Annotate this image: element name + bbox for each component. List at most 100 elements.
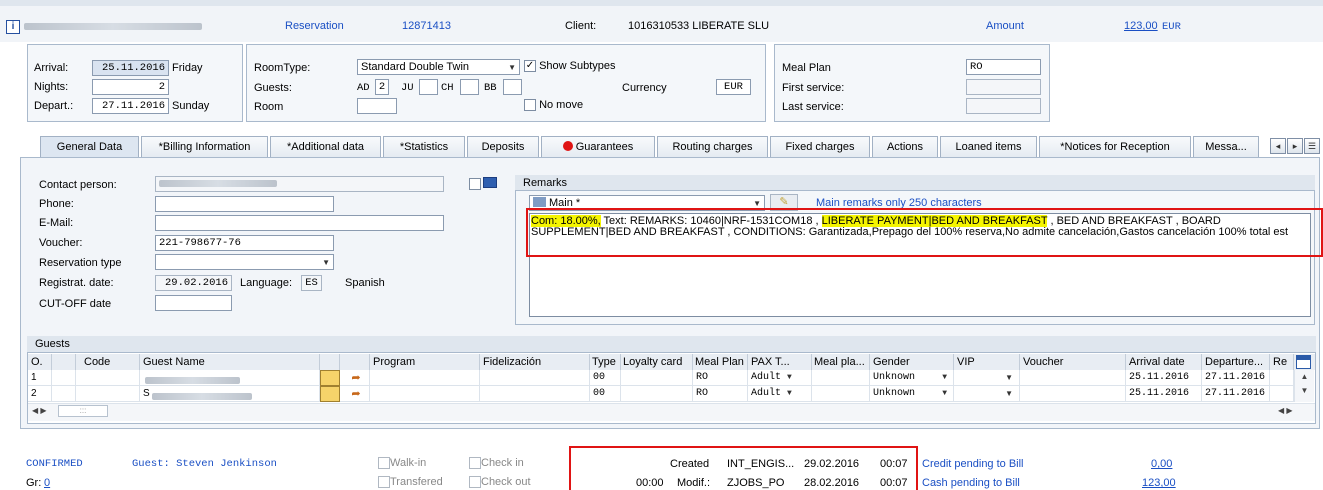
edit-guest-icon[interactable]: ➦ [340,370,370,386]
cell-meal-plan2 [812,386,870,402]
gender-value: Unknown [873,372,916,383]
tab-routing-charges[interactable]: Routing charges [657,136,768,158]
no-move-checkbox[interactable]: No move [524,99,583,112]
col-gender[interactable]: Gender [870,354,954,370]
mealplan-field[interactable]: RO [966,59,1041,75]
cell-fidelizacion [480,370,590,386]
tab-notices-reception[interactable]: *Notices for Reception [1039,136,1191,158]
checkin-checkbox[interactable]: Check in [469,457,524,470]
col-program[interactable]: Program [370,354,480,370]
phone-field[interactable] [155,196,334,212]
col-guest-name[interactable]: Guest Name [140,354,320,370]
tab-general-data[interactable]: General Data [40,136,139,158]
roomtype-select[interactable]: Standard Double Twin ▼ [357,59,520,75]
bb-field[interactable] [503,79,522,95]
horizontal-scrollbar[interactable] [28,403,1315,421]
tab-scroll-left-icon[interactable]: ◂ [1270,138,1286,154]
nights-field[interactable]: 2 [92,79,169,95]
cell-type: 00 [590,370,621,386]
hscroll-thumb[interactable]: ::: [58,405,108,417]
cutoff-label: CUT-OFF date [39,298,112,310]
col-re[interactable]: Re [1270,354,1294,370]
cell-select[interactable] [52,386,76,402]
table-row[interactable]: 2 S ➦ 00 RO Adult ▼ Unknown ▼ ▼ 25.11.201… [28,386,1315,402]
cell-vip[interactable]: ▼ [954,386,1020,402]
col-select[interactable] [52,354,76,370]
tab-guarantees[interactable]: Guarantees [541,136,655,158]
col-icon2[interactable] [340,354,370,370]
col-meal-plan[interactable]: Meal Plan [693,354,748,370]
client-label: Client: [565,20,597,32]
cell-gender[interactable]: Unknown ▼ [870,370,954,386]
binoculars-icon[interactable] [320,370,340,386]
col-o[interactable]: O. [28,354,52,370]
cell-arrival: 25.11.2016 [1126,386,1202,402]
col-meal-plan2[interactable]: Meal pla... [812,354,870,370]
tab-fixed-charges[interactable]: Fixed charges [770,136,870,158]
credit-pending-value[interactable]: 0,00 [1151,458,1172,470]
cutoff-field[interactable] [155,295,232,311]
tab-loaned-items[interactable]: Loaned items [940,136,1037,158]
col-vip[interactable]: VIP [954,354,1020,370]
col-icon1[interactable] [320,354,340,370]
tab-deposits[interactable]: Deposits [467,136,539,158]
voucher-field[interactable]: 221-798677-76 [155,235,334,251]
depart-date-field[interactable]: 27.11.2016 [92,98,169,114]
col-pax-type[interactable]: PAX T... [748,354,812,370]
email-envelope-icon[interactable] [483,177,497,188]
hscroll-left-icon[interactable]: ◀ ▶ [32,406,47,415]
tab-scroll-right-icon[interactable]: ▸ [1287,138,1303,154]
col-type[interactable]: Type [590,354,621,370]
checkout-checkbox[interactable]: Check out [469,476,531,489]
contact-field[interactable] [155,176,444,192]
col-code[interactable]: Code [76,354,140,370]
show-subtypes-checkbox[interactable]: ✓ Show Subtypes [524,60,616,73]
cell-gender[interactable]: Unknown ▼ [870,386,954,402]
arrival-date-field[interactable]: 25.11.2016 [92,60,169,76]
hscroll-right-icon[interactable]: ◀ ▶ [1278,406,1293,415]
tab-actions[interactable]: Actions [872,136,938,158]
roomtype-value: Standard Double Twin [361,61,470,73]
cash-pending-value[interactable]: 123,00 [1142,477,1176,489]
ch-field[interactable] [460,79,479,95]
cell-pax-type[interactable]: Adult ▼ [748,370,812,386]
checkbox-empty-icon [469,476,481,489]
col-departure[interactable]: Departure... [1202,354,1270,370]
cell-o: 1 [28,370,52,386]
table-row[interactable]: 1 ➦ 00 RO Adult ▼ Unknown ▼ ▼ 25.11.2016 … [28,370,1315,386]
gr-value[interactable]: 0 [44,477,50,489]
col-voucher[interactable]: Voucher [1020,354,1126,370]
tab-additional-data[interactable]: *Additional data [270,136,381,158]
ad-field[interactable]: 2 [375,79,389,95]
walkin-checkbox[interactable]: Walk-in [378,457,426,470]
cell-guest-name [140,370,320,386]
col-loyalty[interactable]: Loyalty card [621,354,693,370]
contact-checkbox[interactable] [469,178,481,190]
amount-value[interactable]: 123,00 [1124,20,1158,32]
amount-label: Amount [986,20,1024,32]
scroll-up-icon[interactable]: ▲ [1295,370,1314,384]
cell-select[interactable] [52,370,76,386]
info-icon[interactable]: i [6,20,20,34]
cell-pax-type[interactable]: Adult ▼ [748,386,812,402]
tab-list-icon[interactable]: ☰ [1304,138,1320,154]
chevron-down-icon: ▼ [322,258,330,267]
table-settings-icon[interactable] [1296,355,1311,369]
col-arrival[interactable]: Arrival date [1126,354,1202,370]
vertical-scrollbar[interactable]: ▲ ▼ [1294,370,1314,402]
col-fidelizacion[interactable]: Fidelización [480,354,590,370]
currency-field[interactable]: EUR [716,79,751,95]
transfered-checkbox[interactable]: Transfered [378,476,443,489]
ju-field[interactable] [419,79,438,95]
cell-vip[interactable]: ▼ [954,370,1020,386]
edit-guest-icon[interactable]: ➦ [340,386,370,402]
tab-messages[interactable]: Messa... [1193,136,1259,158]
room-field[interactable] [357,98,397,114]
tab-billing-information[interactable]: *Billing Information [141,136,268,158]
scroll-down-icon[interactable]: ▼ [1295,384,1314,398]
email-field[interactable] [155,215,444,231]
binoculars-icon[interactable] [320,386,340,402]
contact-label: Contact person: [39,179,117,191]
tab-statistics[interactable]: *Statistics [383,136,465,158]
restype-select[interactable]: ▼ [155,254,334,270]
